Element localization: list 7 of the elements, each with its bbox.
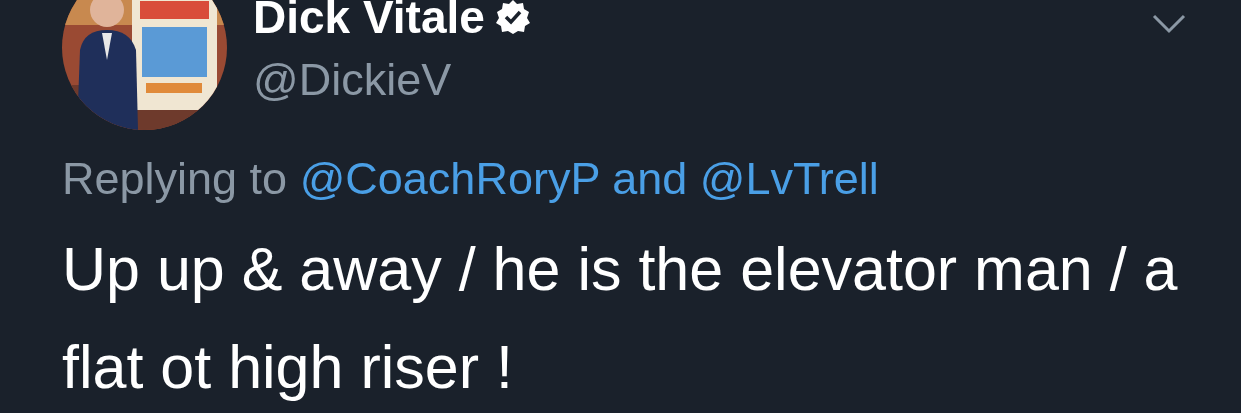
- chevron-icon[interactable]: [1152, 14, 1186, 34]
- mention-link[interactable]: @LvTrell: [699, 153, 879, 204]
- replying-to-line: Replying to @CoachRoryP and @LvTrell: [62, 154, 880, 204]
- author-handle: @DickieV: [253, 55, 453, 105]
- tweet-text: Up up & away / he is the elevator man / a flat ot high riser !: [62, 234, 1179, 403]
- author-name: Dick Vitale: [253, 0, 485, 41]
- mention-link[interactable]: @CoachRoryP: [299, 153, 600, 204]
